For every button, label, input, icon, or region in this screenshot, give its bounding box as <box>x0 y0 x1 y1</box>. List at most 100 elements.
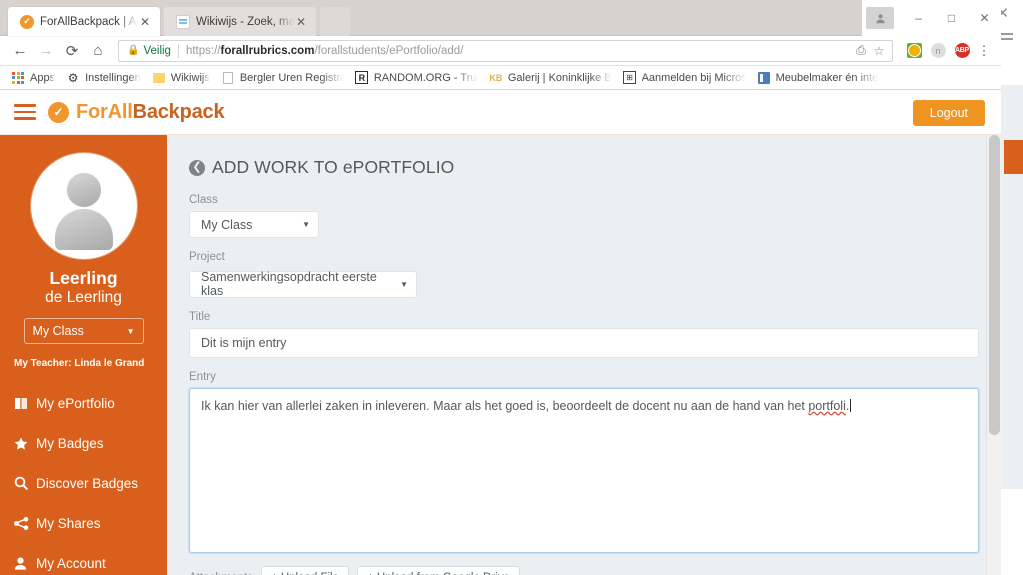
home-button[interactable]: ⌂ <box>86 39 110 63</box>
sidebar-item-my-shares[interactable]: My Shares <box>0 503 167 543</box>
address-bar[interactable]: 🔒 Veilig https://forallrubrics.com/foral… <box>118 39 893 62</box>
book-icon <box>14 397 36 410</box>
profile-icon[interactable] <box>866 7 894 29</box>
tab-forallbackpack[interactable]: ForAllBackpack | Add Wo ✕ <box>8 7 160 36</box>
url-domain: forallrubrics.com <box>220 44 315 57</box>
bookmark-label: Galerij | Koninklijke B <box>507 71 612 84</box>
app-body: Leerling de Leerling My Class ▼ My Teach… <box>0 135 1001 575</box>
bookmark-galerij[interactable]: KB Galerij | Koninklijke B <box>484 68 617 88</box>
bookmark-label: Aanmelden bij Micros <box>641 71 746 84</box>
bookmark-label: Instellingen <box>85 71 141 84</box>
avatar-body <box>53 208 114 250</box>
class-dropdown[interactable]: My Class ▼ <box>189 211 319 238</box>
tab-strip: ForAllBackpack | Add Wo ✕ Wikiwijs - Zoe… <box>0 0 1001 36</box>
grey-circle-extension-icon[interactable]: n <box>927 40 949 62</box>
project-dropdown-value: Samenwerkingsopdracht eerste klas <box>201 270 377 298</box>
sidebar-item-my-badges[interactable]: My Badges <box>0 423 167 463</box>
tab-favicon-wikiwijs <box>176 14 190 29</box>
gear-icon: ⚙ <box>67 70 79 85</box>
project-dropdown[interactable]: Samenwerkingsopdracht eerste klas ▼ <box>189 270 417 298</box>
entry-textarea[interactable]: Ik kan hier van allerlei zaken in inleve… <box>189 387 979 553</box>
attachments-row: Attachments + Upload File + Upload from … <box>189 565 979 575</box>
entry-field: Entry Ik kan hier van allerlei zaken in … <box>189 371 979 553</box>
entry-text-plain: Ik kan hier van allerlei zaken in inleve… <box>201 398 809 413</box>
browser-window: ForAllBackpack | Add Wo ✕ Wikiwijs - Zoe… <box>0 0 1001 575</box>
new-tab-button[interactable] <box>320 7 350 36</box>
page-scrollbar[interactable] <box>986 135 1001 575</box>
bookmark-bergler[interactable]: Bergler Uren Registra <box>216 68 349 88</box>
bookmark-instellingen[interactable]: ⚙ Instellingen <box>61 68 146 88</box>
main-content: ❮ ADD WORK TO ePORTFOLIO Class My Class … <box>167 135 1001 575</box>
kebab-menu-icon[interactable]: ⋮ <box>975 43 993 59</box>
chevron-down-icon: ▼ <box>302 220 310 229</box>
title-input[interactable] <box>189 327 979 358</box>
user-first-name: Leerling <box>49 268 118 288</box>
page-viewport: ForAllBackpack Logout Leerling de Leerli… <box>0 90 1001 575</box>
avatar-head <box>65 172 102 208</box>
bookmark-wikiwijs[interactable]: Wikiwijs <box>147 68 215 88</box>
forward-button[interactable]: → <box>34 39 58 63</box>
star-icon <box>14 437 36 450</box>
upload-file-button[interactable]: + Upload File <box>260 565 350 575</box>
user-last-name: de Leerling <box>45 289 122 306</box>
app-header: ForAllBackpack Logout <box>0 90 1001 135</box>
bookmark-star-icon[interactable]: ☆ <box>870 44 888 58</box>
random-org-icon: R <box>355 71 369 85</box>
class-field: Class My Class ▼ <box>189 194 979 238</box>
tab-close-icon[interactable]: ✕ <box>138 15 152 29</box>
page-icon <box>221 71 235 85</box>
tab-wikiwijs[interactable]: Wikiwijs - Zoek, maak en ✕ <box>164 7 316 36</box>
bookmark-meubelmaker[interactable]: Meubelmaker én inte <box>752 68 884 88</box>
folder-icon <box>152 71 166 85</box>
app-logo[interactable]: ForAllBackpack <box>76 100 225 124</box>
bookmark-randomorg[interactable]: R RANDOM.ORG - True <box>350 68 483 88</box>
title-field: Title <box>189 311 979 358</box>
page-scrollbar-thumb[interactable] <box>989 135 1000 435</box>
text-cursor <box>850 398 852 412</box>
reload-button[interactable]: ⟳ <box>60 39 84 63</box>
entry-text-misspelled: portfoli <box>808 398 846 413</box>
tab-close-icon[interactable]: ✕ <box>294 15 308 29</box>
extension-icons: n ABP ⋮ <box>903 40 993 62</box>
translate-icon[interactable]: ⎙ <box>852 43 870 58</box>
sidebar-item-label: Discover Badges <box>36 475 139 491</box>
attachments-label: Attachments <box>189 572 253 575</box>
class-dropdown-value: My Class <box>201 217 253 232</box>
green-check-extension-icon[interactable] <box>903 40 925 62</box>
kb-icon: KB <box>489 72 503 83</box>
project-field-label: Project <box>189 251 225 263</box>
omnibox-divider <box>177 43 179 58</box>
sidebar-class-selector[interactable]: My Class ▼ <box>23 318 144 344</box>
minimize-button[interactable]: – <box>902 5 935 32</box>
sidebar-item-my-eportfolio[interactable]: My ePortfolio <box>0 383 167 423</box>
bookmark-microsoft[interactable]: ⊞ Aanmelden bij Micros <box>618 68 751 88</box>
project-field: Project Samenwerkingsopdracht eerste kla… <box>189 251 979 298</box>
sidebar-item-label: My Badges <box>36 435 104 451</box>
page-title: ❮ ADD WORK TO ePORTFOLIO <box>189 157 979 178</box>
back-button[interactable]: ← <box>8 39 32 63</box>
back-arrow-circle-icon[interactable]: ❮ <box>189 159 205 176</box>
avatar[interactable] <box>30 153 137 259</box>
bookmark-apps[interactable]: Apps <box>6 68 60 88</box>
logout-button[interactable]: Logout <box>912 100 985 126</box>
maximize-button[interactable]: □ <box>935 5 968 32</box>
adblock-plus-icon[interactable]: ABP <box>951 40 973 62</box>
person-icon <box>14 557 36 570</box>
lock-icon: 🔒 <box>127 45 140 56</box>
logo-part-backpack: Backpack <box>132 100 225 123</box>
apps-grid-icon <box>11 71 25 85</box>
upload-google-drive-button[interactable]: + Upload from Google Drive <box>357 565 520 575</box>
bookmark-label: Meubelmaker én inte <box>775 71 879 84</box>
sidebar-item-label: My Account <box>36 555 106 571</box>
browser-toolbar: ← → ⟳ ⌂ 🔒 Veilig https://forallrubrics.c… <box>0 36 1001 66</box>
sidebar-item-label: My ePortfolio <box>36 395 115 411</box>
share-icon <box>14 516 36 530</box>
blue-site-icon <box>757 71 771 85</box>
sidebar-item-discover-badges[interactable]: Discover Badges <box>0 463 167 503</box>
sidebar-item-label: My Shares <box>36 515 101 531</box>
bookmark-label: Wikiwijs <box>170 71 210 84</box>
close-button[interactable]: ✕ <box>968 5 1001 32</box>
sidebar-item-my-account[interactable]: My Account <box>0 543 167 575</box>
hamburger-menu-icon[interactable] <box>14 104 36 120</box>
page-title-text: ADD WORK TO ePORTFOLIO <box>212 157 455 177</box>
